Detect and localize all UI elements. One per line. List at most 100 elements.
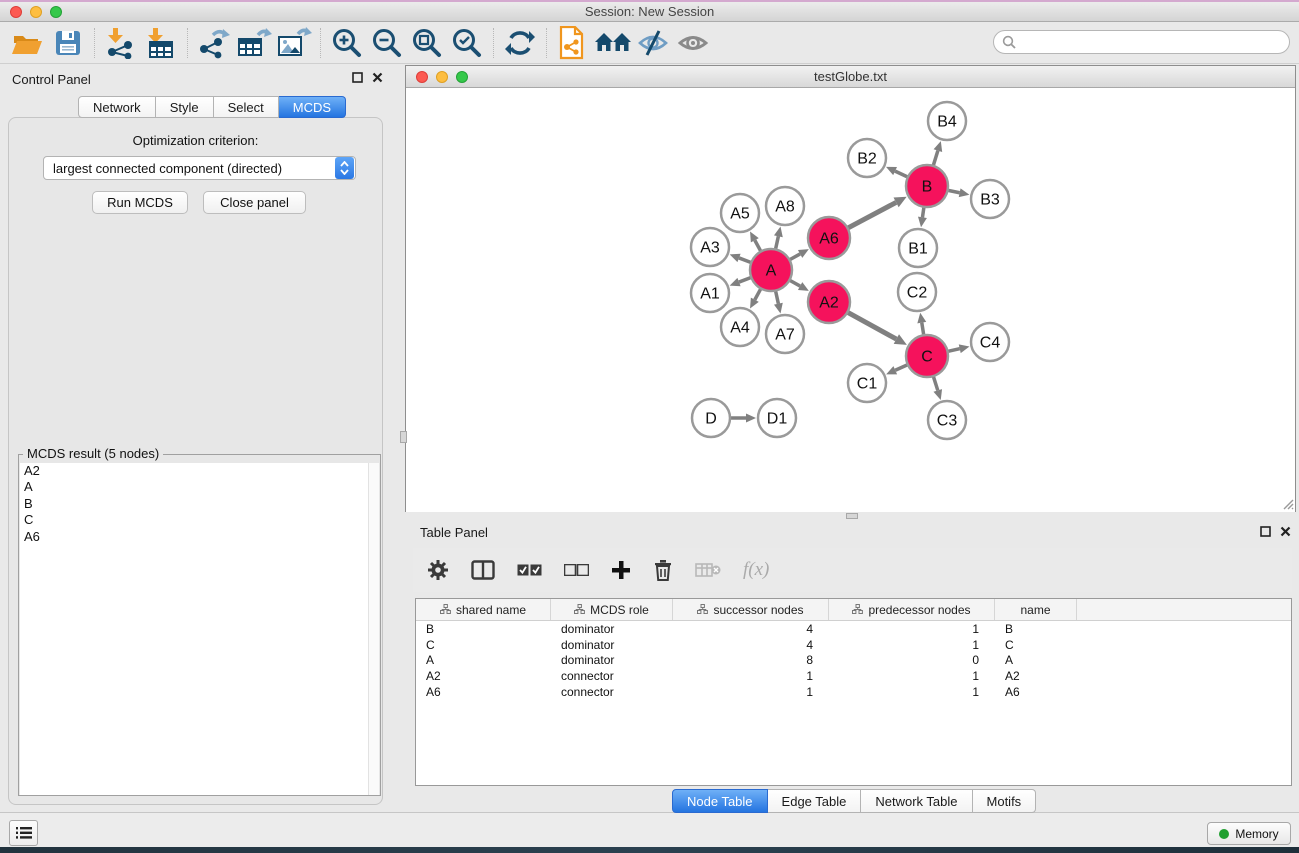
graph-node-B3[interactable]: B3 [971,180,1009,218]
graph-edge-B-B2[interactable] [886,167,908,177]
table-row[interactable]: A2connector11A2 [416,668,1291,684]
close-panel-button[interactable]: Close panel [203,191,306,214]
mcds-result-item[interactable]: A6 [20,529,369,545]
table-options-button[interactable] [427,559,449,581]
zoom-fit-button[interactable] [407,25,447,61]
graph-edge-C-C3[interactable] [933,376,942,400]
close-panel-icon[interactable] [1280,526,1291,537]
graph-node-D1[interactable]: D1 [758,399,796,437]
graph-edge-A-A5[interactable] [750,231,761,251]
split-divider-handle[interactable] [400,431,407,443]
graph-edge-B-B1[interactable] [918,207,927,227]
cell-mcds-role[interactable]: dominator [551,638,673,652]
graph-edge-A-A6[interactable] [789,249,808,260]
cell-mcds-role[interactable]: dominator [551,653,673,667]
node-table[interactable]: shared nameMCDS rolesuccessor nodesprede… [415,598,1292,786]
cell-successor-nodes[interactable]: 4 [673,622,829,636]
graph-edge-C-C1[interactable] [886,365,908,375]
graph-edge-B-B4[interactable] [933,141,942,166]
zoom-out-button[interactable] [367,25,407,61]
graph-edge-A-A8[interactable] [774,227,783,250]
tab-style[interactable]: Style [156,96,214,118]
delete-table-button[interactable] [695,562,721,578]
column-header-successor-nodes[interactable]: successor nodes [673,599,829,620]
graph-node-C[interactable]: C [906,335,948,377]
zoom-selected-button[interactable] [447,25,487,61]
graph-edge-D-D1[interactable] [730,414,756,423]
first-neighbors-button[interactable] [593,25,633,61]
close-window-button[interactable] [10,6,22,18]
network-window-titlebar[interactable]: testGlobe.txt [406,66,1295,88]
cell-successor-nodes[interactable]: 1 [673,669,829,683]
graph-edge-A-A4[interactable] [750,288,761,308]
window-controls[interactable] [0,6,62,18]
graph-node-A1[interactable]: A1 [691,274,729,312]
cell-mcds-role[interactable]: connector [551,669,673,683]
resize-grip-icon[interactable] [1280,496,1294,510]
graph-edge-B-B3[interactable] [948,188,970,197]
export-network-button[interactable] [194,25,234,61]
tab-network-table[interactable]: Network Table [861,789,972,813]
table-row[interactable]: A6connector11A6 [416,684,1291,700]
column-header-predecessor-nodes[interactable]: predecessor nodes [829,599,995,620]
network-graph[interactable]: B4B2BB3A8A5A6A3B1AC2A1A2A4A7C4CC1DD1C3 [406,88,1295,512]
graph-edge-C-C2[interactable] [917,313,926,336]
cell-predecessor-nodes[interactable]: 1 [829,685,995,699]
cell-successor-nodes[interactable]: 1 [673,685,829,699]
import-network-button[interactable] [101,25,141,61]
graph-edge-A6-B[interactable] [848,197,907,228]
column-view-button[interactable] [471,560,495,580]
mcds-list-scrollbar[interactable] [368,463,379,795]
tab-node-table[interactable]: Node Table [672,789,768,813]
graph-node-B1[interactable]: B1 [899,229,937,267]
network-window-controls[interactable] [406,71,468,83]
optimization-criterion-select[interactable]: largest connected component (directed) [43,156,356,180]
mcds-result-item[interactable]: A2 [20,463,369,479]
zoom-window-button[interactable] [50,6,62,18]
toolbar-search[interactable] [993,30,1290,54]
table-row[interactable]: Adominator80A [416,652,1291,668]
refresh-view-button[interactable] [500,25,540,61]
cell-name[interactable]: B [995,622,1077,636]
cell-predecessor-nodes[interactable]: 1 [829,638,995,652]
cell-shared-name[interactable]: B [416,622,551,636]
graph-edge-A-A7[interactable] [774,291,783,314]
mcds-result-item[interactable]: B [20,496,369,512]
zoom-network-button[interactable] [456,71,468,83]
graph-edge-A-A1[interactable] [730,277,752,286]
memory-button[interactable]: Memory [1207,822,1291,845]
close-panel-icon[interactable] [372,72,383,83]
graph-node-B4[interactable]: B4 [928,102,966,140]
column-header-name[interactable]: name [995,599,1077,620]
cell-predecessor-nodes[interactable]: 0 [829,653,995,667]
network-view-window[interactable]: testGlobe.txt B4B2BB3A8A5A6A3B1AC2A1A2A4… [405,65,1296,512]
graph-node-A7[interactable]: A7 [766,315,804,353]
tab-mcds[interactable]: MCDS [279,96,346,118]
hide-selected-button[interactable] [633,25,673,61]
cell-shared-name[interactable]: A6 [416,685,551,699]
graph-node-A3[interactable]: A3 [691,228,729,266]
cell-mcds-role[interactable]: connector [551,685,673,699]
graph-node-D[interactable]: D [692,399,730,437]
float-panel-icon[interactable] [352,72,363,83]
graph-edge-A-A3[interactable] [730,254,752,263]
cell-successor-nodes[interactable]: 8 [673,653,829,667]
tab-edge-table[interactable]: Edge Table [768,789,862,813]
minimize-window-button[interactable] [30,6,42,18]
cell-predecessor-nodes[interactable]: 1 [829,669,995,683]
minimize-network-button[interactable] [436,71,448,83]
run-mcds-button[interactable]: Run MCDS [92,191,188,214]
graph-edge-A2-C[interactable] [847,312,906,345]
show-panels-button[interactable] [9,820,38,846]
column-header-mcds-role[interactable]: MCDS role [551,599,673,620]
graph-node-B2[interactable]: B2 [848,139,886,177]
add-column-button[interactable] [611,560,631,580]
network-canvas[interactable]: B4B2BB3A8A5A6A3B1AC2A1A2A4A7C4CC1DD1C3 [406,88,1295,512]
cell-name[interactable]: A [995,653,1077,667]
function-builder-button[interactable]: f(x) [743,559,769,581]
tab-motifs[interactable]: Motifs [973,789,1037,813]
tab-select[interactable]: Select [214,96,279,118]
mcds-result-list[interactable]: A2ABCA6 [20,463,369,795]
table-row[interactable]: Cdominator41C [416,637,1291,653]
graph-node-A8[interactable]: A8 [766,187,804,225]
